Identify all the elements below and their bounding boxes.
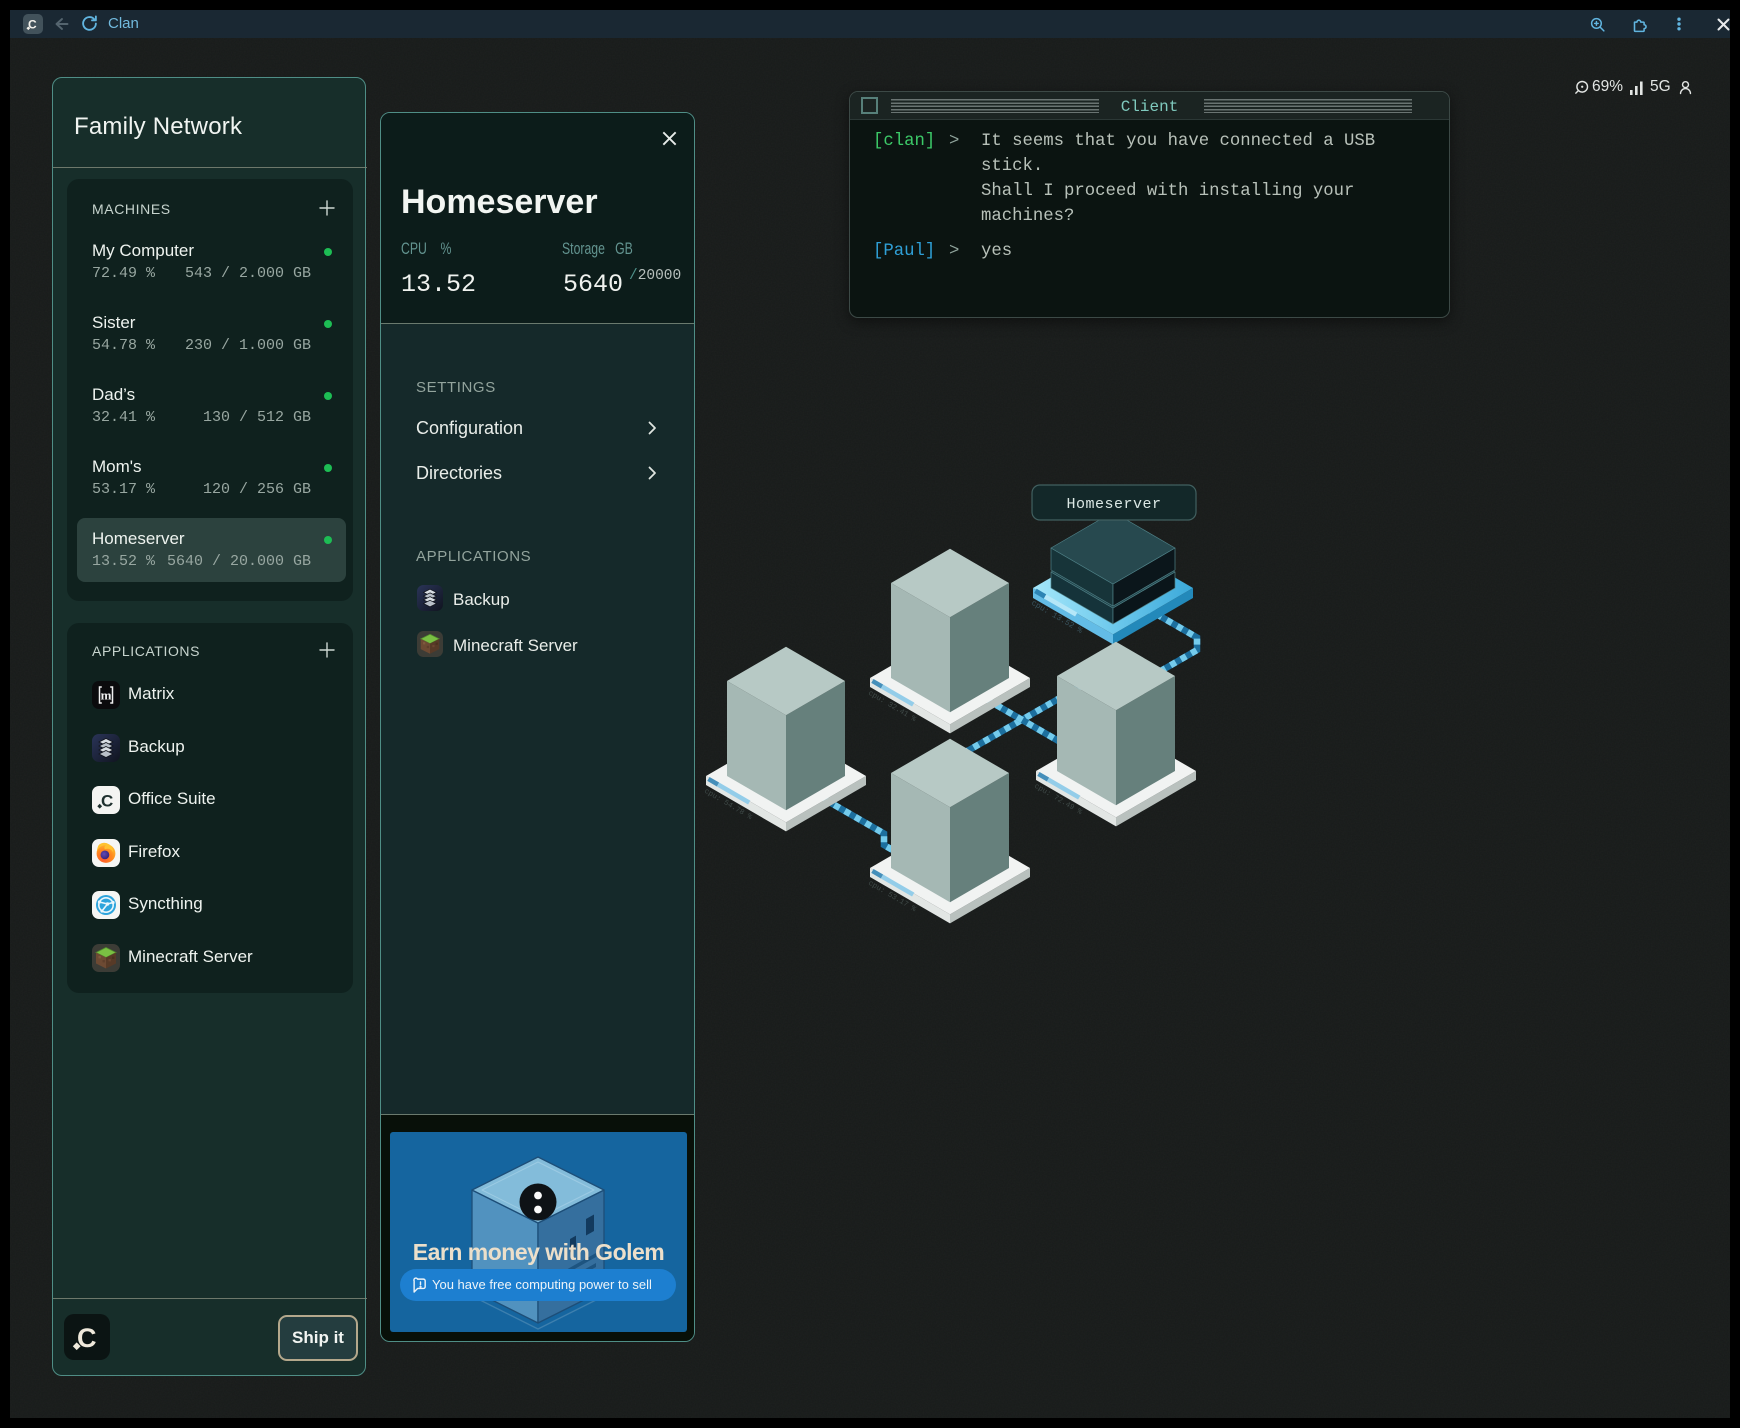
- svg-text:Homeserver: Homeserver: [1066, 496, 1161, 513]
- svg-text:C: C: [101, 792, 113, 811]
- svg-text:C: C: [28, 18, 37, 32]
- svg-text:m: m: [101, 687, 112, 702]
- svg-text:C: C: [77, 1323, 97, 1353]
